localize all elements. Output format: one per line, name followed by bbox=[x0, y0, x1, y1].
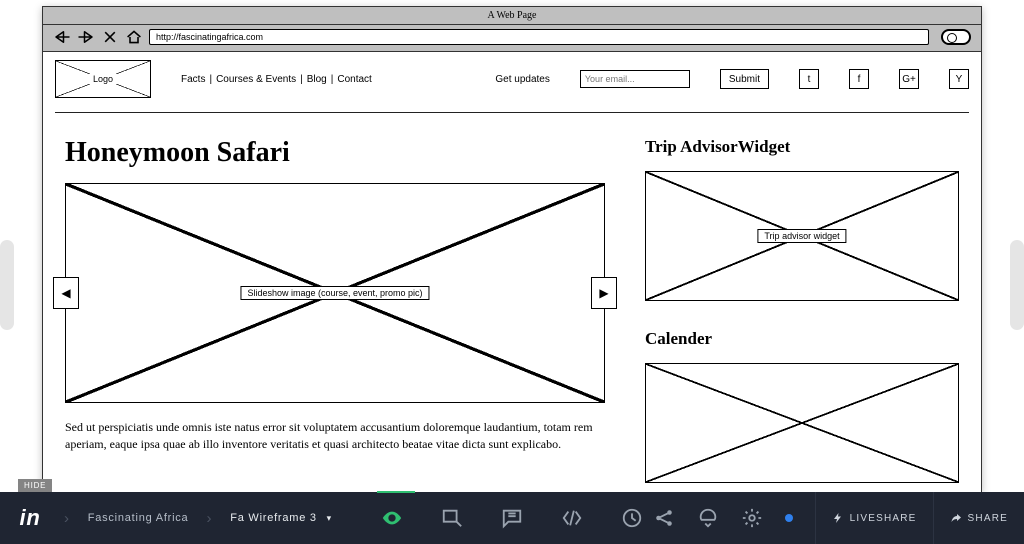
mock-url-field[interactable] bbox=[149, 29, 929, 45]
share-button[interactable]: SHARE bbox=[933, 492, 1024, 544]
main-column: Honeymoon Safari Slideshow image (course… bbox=[65, 137, 605, 483]
nav-contact[interactable]: Contact bbox=[337, 74, 371, 85]
wireframe-artboard: A Web Page Logo Facts | Courses & Events… bbox=[42, 6, 982, 492]
prototype-viewport: A Web Page Logo Facts | Courses & Events… bbox=[0, 0, 1024, 492]
forward-arrow-icon[interactable] bbox=[77, 29, 95, 45]
body-paragraph: Sed ut perspiciatis unde omnis iste natu… bbox=[65, 419, 605, 454]
hide-toolbar-tab[interactable]: HIDE bbox=[18, 479, 52, 492]
nav-sep: | bbox=[209, 74, 212, 85]
social-google-icon[interactable]: G+ bbox=[899, 69, 919, 89]
mode-toolbar bbox=[381, 507, 643, 529]
preview-mode-icon[interactable] bbox=[381, 507, 403, 529]
nav-sep: | bbox=[331, 74, 334, 85]
nav-courses[interactable]: Courses & Events bbox=[216, 74, 296, 85]
slideshow-placeholder: Slideshow image (course, event, promo pi… bbox=[65, 183, 605, 403]
social-facebook-icon[interactable]: f bbox=[849, 69, 869, 89]
triangle-left-icon: ◀ bbox=[61, 286, 70, 300]
sidebar-column: Trip AdvisorWidget Trip advisor widget C… bbox=[645, 137, 959, 483]
breadcrumb: › Fascinating Africa › Fa Wireframe 3 ▾ bbox=[60, 510, 332, 527]
primary-nav: Facts | Courses & Events | Blog | Contac… bbox=[181, 74, 372, 85]
history-mode-icon[interactable] bbox=[621, 507, 643, 529]
comment-mode-icon[interactable] bbox=[501, 507, 523, 529]
email-field[interactable] bbox=[580, 70, 690, 88]
social-yahoo-icon[interactable]: Y bbox=[949, 69, 969, 89]
invision-toolbar: in › Fascinating Africa › Fa Wireframe 3… bbox=[0, 492, 1024, 544]
nav-blog[interactable]: Blog bbox=[307, 74, 327, 85]
crumb-project[interactable]: Fascinating Africa bbox=[88, 512, 189, 524]
next-screen-hint[interactable] bbox=[1010, 240, 1024, 330]
tripadvisor-label: Trip advisor widget bbox=[757, 229, 846, 243]
chevron-right-icon: › bbox=[206, 510, 212, 527]
slideshow-next-button[interactable]: ▶ bbox=[591, 277, 617, 309]
calendar-heading: Calender bbox=[645, 329, 959, 349]
crumb-screen[interactable]: Fa Wireframe 3 ▾ bbox=[230, 512, 332, 524]
invision-logo[interactable]: in bbox=[0, 505, 60, 531]
inspect-mode-icon[interactable] bbox=[561, 507, 583, 529]
calendar-placeholder bbox=[645, 363, 959, 483]
social-twitter-icon[interactable]: t bbox=[799, 69, 819, 89]
nav-facts[interactable]: Facts bbox=[181, 74, 205, 85]
submit-button[interactable]: Submit bbox=[720, 69, 769, 89]
mock-browser-toolbar bbox=[43, 25, 981, 52]
tripadvisor-placeholder: Trip advisor widget bbox=[645, 171, 959, 301]
notification-dot-icon[interactable] bbox=[785, 514, 793, 522]
share-network-icon[interactable] bbox=[653, 507, 675, 529]
settings-gear-icon[interactable] bbox=[741, 507, 763, 529]
build-mode-icon[interactable] bbox=[441, 507, 463, 529]
prev-screen-hint[interactable] bbox=[0, 240, 14, 330]
back-arrow-icon[interactable] bbox=[53, 29, 71, 45]
triangle-right-icon: ▶ bbox=[599, 286, 608, 300]
search-icon[interactable] bbox=[941, 29, 971, 45]
logo-label: Logo bbox=[89, 74, 117, 84]
arrow-share-icon bbox=[950, 512, 962, 524]
share-label: SHARE bbox=[968, 513, 1008, 524]
mock-browser-title: A Web Page bbox=[43, 7, 981, 25]
tripadvisor-heading: Trip AdvisorWidget bbox=[645, 137, 959, 157]
subscribe-label: Get updates bbox=[495, 74, 549, 85]
liveshare-button[interactable]: LIVESHARE bbox=[815, 492, 933, 544]
right-toolbar: LIVESHARE SHARE bbox=[653, 492, 1024, 544]
liveshare-label: LIVESHARE bbox=[850, 513, 917, 524]
nav-sep: | bbox=[300, 74, 303, 85]
slideshow-label: Slideshow image (course, event, promo pi… bbox=[240, 286, 429, 300]
site-header: Logo Facts | Courses & Events | Blog | C… bbox=[55, 52, 969, 113]
logo-placeholder[interactable]: Logo bbox=[55, 60, 151, 98]
crumb-screen-label: Fa Wireframe 3 bbox=[230, 512, 317, 524]
slideshow-prev-button[interactable]: ◀ bbox=[53, 277, 79, 309]
page-title: Honeymoon Safari bbox=[65, 137, 605, 169]
bolt-icon bbox=[832, 512, 844, 524]
chevron-right-icon: › bbox=[64, 510, 70, 527]
caret-down-icon: ▾ bbox=[327, 513, 332, 523]
home-icon[interactable] bbox=[125, 29, 143, 45]
stop-icon[interactable] bbox=[101, 29, 119, 45]
download-icon[interactable] bbox=[697, 507, 719, 529]
